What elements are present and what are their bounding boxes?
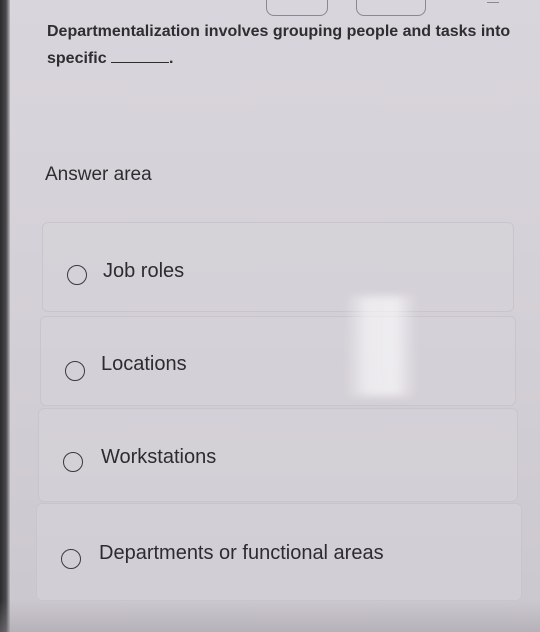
option-label: Job roles bbox=[103, 260, 185, 282]
answer-option-departments[interactable]: Departments or functional areas bbox=[36, 503, 522, 601]
option-label: Departments or functional areas bbox=[99, 542, 384, 564]
question-text: Departmentalization involves grouping pe… bbox=[47, 18, 517, 72]
option-label: Locations bbox=[101, 353, 187, 375]
radio-button[interactable] bbox=[65, 361, 85, 381]
answer-option-locations[interactable]: Locations bbox=[40, 316, 516, 406]
radio-button[interactable] bbox=[67, 265, 87, 285]
radio-button[interactable] bbox=[63, 452, 83, 472]
option-label: Workstations bbox=[101, 446, 217, 468]
answer-option-workstations[interactable]: Workstations bbox=[38, 408, 518, 502]
question-period: . bbox=[169, 50, 174, 67]
answer-option-job-roles[interactable]: Job roles bbox=[42, 222, 514, 312]
radio-button[interactable] bbox=[61, 549, 81, 569]
fill-in-blank bbox=[111, 48, 170, 63]
answer-area-title: Answer area bbox=[45, 164, 152, 185]
toolbar-button[interactable] bbox=[266, 0, 328, 16]
top-toolbar bbox=[0, 0, 540, 20]
device-bezel bbox=[0, 0, 10, 632]
bottom-shadow bbox=[0, 600, 540, 632]
toolbar-button[interactable] bbox=[356, 0, 426, 16]
minimize-icon[interactable] bbox=[484, 0, 504, 16]
